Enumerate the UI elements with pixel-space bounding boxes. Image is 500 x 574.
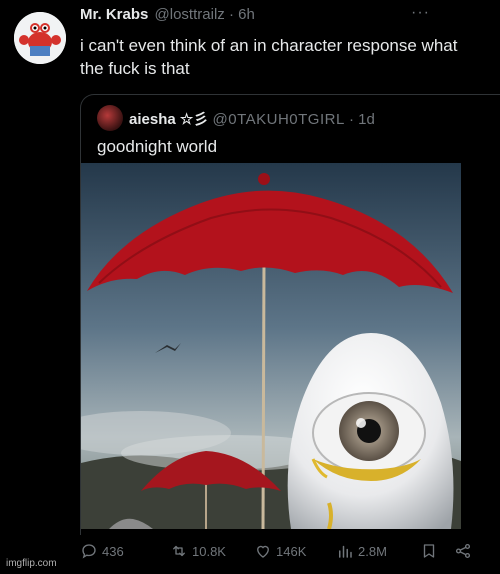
tweet-header: Mr. Krabs @losttrailz · 6h [80,6,255,23]
quoted-time: 1d [358,111,375,128]
avatar[interactable] [14,12,66,64]
author-handle[interactable]: @losttrailz [155,6,225,23]
repost-button[interactable]: 10.8K [170,542,226,560]
separator-dot: · [228,6,234,23]
quoted-author-handle: @0TAKUH0TGIRL [212,111,345,128]
bookmark-icon [423,544,435,558]
like-count: 146K [276,543,307,559]
author-name[interactable]: Mr. Krabs [80,6,148,23]
more-options-icon[interactable]: ··· [411,4,430,22]
views-bar-chart-icon [339,545,352,558]
share-button[interactable] [454,542,472,560]
reply-count: 436 [102,543,124,559]
imgflip-watermark: imgflip.com [6,558,57,569]
surreal-eye-egg-umbrella-icon [81,163,461,529]
quoted-author-name: aiesha ☆彡 [129,111,209,128]
reply-icon [82,544,96,559]
quoted-image[interactable] [81,163,461,529]
tweet-text: i can't even think of an in character re… [80,36,458,78]
quoted-header: aiesha ☆彡 @0TAKUH0TGIRL · 1d [129,108,375,129]
share-icon [455,543,471,559]
views-button[interactable]: 2.8M [336,542,387,560]
quoted-tweet[interactable]: aiesha ☆彡 @0TAKUH0TGIRL · 1d goodnight w… [80,94,500,535]
heart-icon [257,545,269,558]
quoted-text: goodnight world [97,137,218,156]
tweet-time[interactable]: 6h [238,6,255,23]
quoted-avatar[interactable] [97,105,123,131]
like-button[interactable]: 146K [254,542,306,560]
views-count: 2.8M [358,543,387,559]
quoted-separator-dot: · [348,111,354,128]
crab-avatar-icon [14,12,66,64]
tweet: Mr. Krabs @losttrailz · 6h ··· i can't e… [0,0,500,574]
bookmark-button[interactable] [420,542,438,560]
tweet-actions: 436 10.8K 146K 2.8M [80,540,480,564]
repost-icon [173,545,185,557]
reply-button[interactable]: 436 [80,542,124,560]
repost-count: 10.8K [192,543,226,559]
